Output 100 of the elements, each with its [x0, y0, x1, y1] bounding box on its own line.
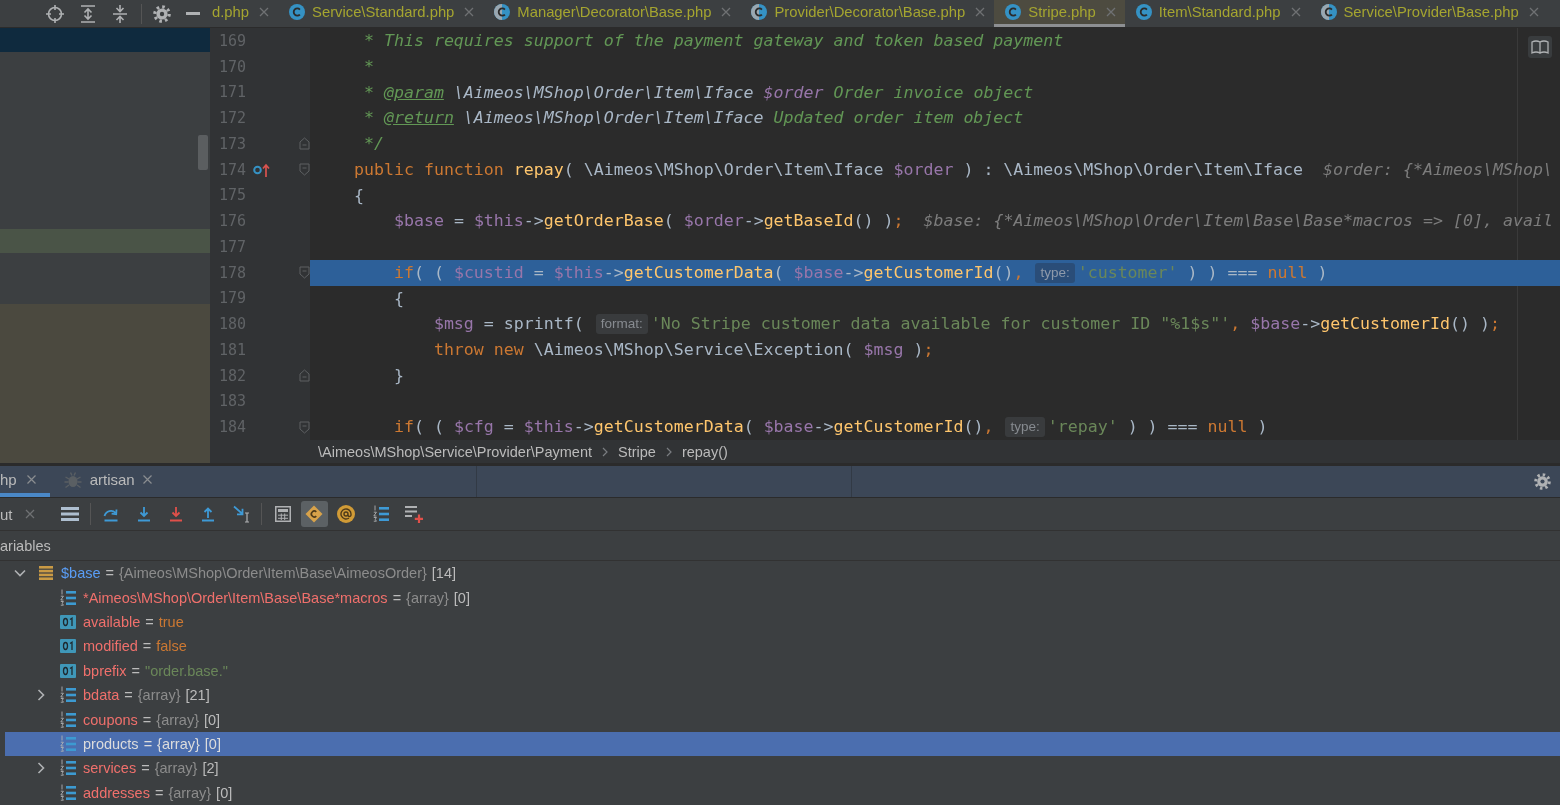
debug-tab[interactable]: hp: [0, 466, 50, 497]
fold-marker-icon[interactable]: [299, 163, 310, 177]
chevron-right-icon: [665, 446, 672, 457]
step-over-icon[interactable]: [102, 506, 119, 522]
code-text: * @param \Aimeos\MShop\Order\Item\Iface $order Order invoice object: [363, 82, 1034, 102]
binary-icon: [60, 639, 76, 654]
chevron-right-icon[interactable]: [37, 762, 45, 775]
variable-entry[interactable]: bprefix = "order.base.": [83, 662, 228, 679]
code-text: }: [393, 365, 404, 385]
scrollbar-thumb[interactable]: [198, 135, 208, 170]
breadcrumb-item[interactable]: repay(): [681, 443, 728, 460]
book-icon[interactable]: [1528, 36, 1552, 58]
close-icon[interactable]: [975, 7, 986, 17]
code-text: *: [363, 56, 374, 76]
panel-title: ariables: [0, 537, 51, 554]
code-text: $msg = sprintf(: [433, 314, 584, 334]
run-to-cursor-icon[interactable]: [232, 505, 251, 523]
numbered-list-icon: [60, 710, 76, 729]
variable-entry[interactable]: products = {array} [0]: [83, 735, 221, 752]
variable-entry[interactable]: coupons = {array} [0]: [83, 711, 221, 728]
file-type-icon: [494, 4, 511, 20]
variable-entry[interactable]: $base = {Aimeos\MShop\Order\Item\Base\AimeosOrder} [14]: [61, 565, 457, 582]
settings-icon[interactable]: [153, 4, 171, 23]
numbered-list-icon: [60, 734, 76, 753]
toggle-button[interactable]: [300, 501, 328, 527]
breadcrumb-item[interactable]: Stripe: [618, 443, 656, 460]
fold-marker-icon[interactable]: [299, 420, 310, 434]
file-type-icon: [289, 4, 306, 20]
editor-tab[interactable]: Service\Provider\Base.php: [1309, 0, 1548, 27]
breadcrumb-item[interactable]: \Aimeos\MShop\Service\Provider\Payment: [318, 443, 592, 460]
numbered-list-icon: [60, 588, 76, 607]
editor-tab[interactable]: Manager\Decorator\Base.php: [483, 0, 741, 27]
file-type-icon: [1005, 4, 1022, 20]
close-icon[interactable]: [464, 7, 475, 17]
inline-value-hint: $order: {*Aimeos\MShop\: [1323, 159, 1553, 179]
numbered-list-icon[interactable]: [372, 505, 389, 523]
chevron-down-icon[interactable]: [14, 569, 26, 578]
add-watch-icon[interactable]: [404, 505, 423, 523]
code-text: 'No Stripe customer data available for customer ID "%1$s"', $base->getCustomerId() );: [650, 314, 1500, 334]
close-icon[interactable]: [1105, 7, 1116, 17]
bug-icon: [63, 470, 82, 489]
settings-icon[interactable]: [1534, 473, 1551, 490]
numbered-list-icon: [60, 686, 76, 705]
chevron-right-icon[interactable]: [37, 689, 45, 702]
variable-entry[interactable]: modified = false: [83, 638, 187, 655]
variable-entry[interactable]: bdata = {array} [21]: [83, 687, 210, 704]
step-out-icon[interactable]: [199, 506, 216, 522]
calculator-icon[interactable]: [274, 506, 291, 522]
file-type-icon: [1135, 4, 1152, 20]
editor-tab[interactable]: d.php: [210, 0, 279, 27]
code-text: {: [393, 288, 404, 308]
code-text: if( ( $custid = $this->getCustomerData( $base->getCustomerId(),: [393, 262, 1024, 282]
close-icon[interactable]: [26, 475, 36, 484]
code-text: 'customer' ) ) === null ): [1077, 262, 1328, 282]
numbered-list-icon: [60, 759, 76, 778]
code-text: public function repay( \Aimeos\MShop\Order\Item\Iface $order ) : \Aimeos\MShop\Order\Item\Iface: [353, 159, 1304, 179]
menu-icon[interactable]: [60, 507, 79, 521]
parameter-hint: type:: [1005, 417, 1045, 438]
console-tab[interactable]: ut: [0, 505, 35, 523]
close-icon[interactable]: [259, 7, 270, 17]
parameter-hint: format:: [595, 314, 648, 335]
crosshair-icon[interactable]: [46, 4, 64, 23]
editor-tab[interactable]: Item\Standard.php: [1124, 0, 1310, 27]
diamond-icon: [305, 505, 323, 523]
close-icon[interactable]: [1528, 7, 1539, 17]
variable-entry[interactable]: services = {array} [2]: [83, 760, 219, 777]
expand-all-icon[interactable]: [80, 4, 96, 23]
code-text: throw new \Aimeos\MShop\Service\Exception( $msg );: [433, 340, 934, 359]
code-text: $base = $this->getOrderBase( $order->getBaseId() );: [393, 211, 904, 231]
close-icon[interactable]: [24, 509, 35, 519]
stack-icon: [38, 566, 54, 581]
variable-entry[interactable]: *Aimeos\MShop\Order\Item\Base\Base*macros = {array} [0]: [83, 589, 470, 606]
editor-tab[interactable]: Stripe.php: [994, 0, 1125, 27]
editor-tab[interactable]: Provider\Decorator\Base.php: [740, 0, 995, 27]
binary-icon: [60, 663, 76, 678]
editor-tab[interactable]: Service\Standard.php: [278, 0, 484, 27]
binary-icon: [60, 614, 76, 629]
collapse-all-icon[interactable]: [112, 4, 128, 23]
fold-marker-icon[interactable]: [299, 369, 310, 383]
file-type-icon: [751, 4, 768, 20]
close-icon[interactable]: [721, 7, 732, 17]
at-sign-icon: [337, 505, 355, 523]
chevron-right-icon: [602, 446, 608, 457]
fold-marker-icon[interactable]: [299, 137, 310, 151]
fold-marker-icon[interactable]: [299, 266, 310, 280]
code-text: * @return \Aimeos\MShop\Order\Item\Iface Updated order item object: [363, 108, 1024, 128]
numbered-list-icon: [60, 783, 76, 802]
circle-up-arrow-icon[interactable]: [253, 162, 270, 177]
close-icon[interactable]: [1290, 7, 1301, 17]
step-into-icon[interactable]: [135, 506, 152, 522]
code-text: * This requires support of the payment gateway and token based payment: [363, 31, 1064, 50]
variable-entry[interactable]: available = true: [83, 613, 184, 630]
code-text: */: [363, 134, 384, 153]
variable-entry[interactable]: addresses = {array} [0]: [83, 784, 233, 801]
force-step-into-icon[interactable]: [167, 506, 184, 522]
close-icon[interactable]: [142, 475, 152, 484]
file-type-icon: [1320, 4, 1337, 20]
code-text: if( ( $cfg = $this->getCustomerData( $base->getCustomerId(),: [393, 417, 994, 437]
code-text: 'repay' ) ) === null ): [1047, 417, 1268, 437]
debug-tab[interactable]: artisan: [55, 466, 160, 497]
